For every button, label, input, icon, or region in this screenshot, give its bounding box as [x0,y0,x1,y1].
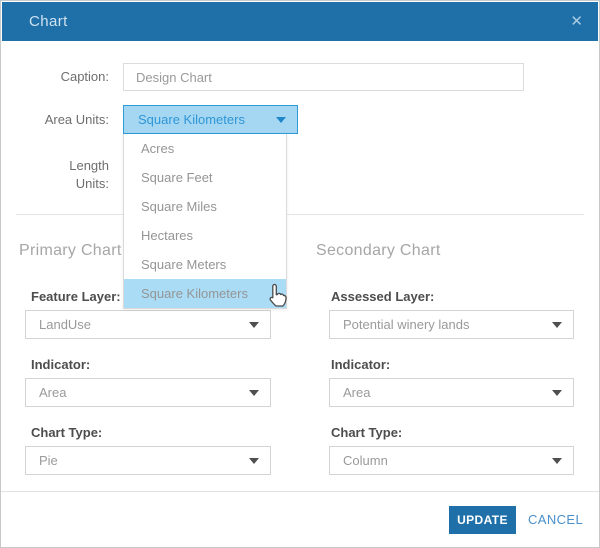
cancel-button[interactable]: CANCEL [528,506,583,534]
dialog-title: Chart [29,2,68,41]
secondary-chart-type-value: Column [343,447,388,474]
feature-layer-select[interactable]: LandUse [25,310,271,339]
chart-dialog: Chart ✕ Caption: Area Units: Square Kilo… [0,0,600,548]
chevron-down-icon [249,458,259,464]
dropdown-option-square-kilometers[interactable]: Square Kilometers [124,279,286,308]
footer-divider [1,491,599,492]
length-units-label: Length Units: [49,157,109,193]
primary-indicator-label: Indicator: [31,357,90,372]
dropdown-option-square-feet[interactable]: Square Feet [124,163,286,192]
primary-indicator-select[interactable]: Area [25,378,271,407]
close-icon[interactable]: ✕ [570,2,583,41]
chevron-down-icon [552,390,562,396]
chevron-down-icon [249,322,259,328]
secondary-indicator-value: Area [343,379,370,406]
secondary-chart-heading: Secondary Chart [316,242,441,260]
dropdown-option-square-meters[interactable]: Square Meters [124,250,286,279]
secondary-chart-type-select[interactable]: Column [329,446,574,475]
secondary-indicator-select[interactable]: Area [329,378,574,407]
feature-layer-value: LandUse [39,311,91,338]
assessed-layer-label: Assessed Layer: [331,289,434,304]
chevron-down-icon [552,322,562,328]
primary-chart-type-select[interactable]: Pie [25,446,271,475]
area-units-dropdown: Acres Square Feet Square Miles Hectares … [123,134,287,309]
primary-chart-type-label: Chart Type: [31,425,102,440]
chevron-down-icon [552,458,562,464]
area-units-label: Area Units: [1,105,109,134]
assessed-layer-value: Potential winery lands [343,311,469,338]
update-button[interactable]: UPDATE [449,506,516,534]
primary-chart-type-value: Pie [39,447,58,474]
secondary-indicator-label: Indicator: [331,357,390,372]
chevron-down-icon [276,117,286,123]
section-divider [16,214,584,215]
area-units-select[interactable]: Square Kilometers [123,105,298,134]
caption-input[interactable] [123,63,524,91]
caption-label: Caption: [1,63,109,91]
primary-chart-heading: Primary Chart [19,242,122,260]
dropdown-option-square-miles[interactable]: Square Miles [124,192,286,221]
dropdown-option-hectares[interactable]: Hectares [124,221,286,250]
feature-layer-label: Feature Layer: [31,289,121,304]
hand-cursor-icon [265,282,291,315]
assessed-layer-select[interactable]: Potential winery lands [329,310,574,339]
chevron-down-icon [249,390,259,396]
dropdown-option-acres[interactable]: Acres [124,134,286,163]
area-units-value: Square Kilometers [138,106,245,133]
primary-indicator-value: Area [39,379,66,406]
secondary-chart-type-label: Chart Type: [331,425,402,440]
dialog-header: Chart ✕ [2,2,598,41]
